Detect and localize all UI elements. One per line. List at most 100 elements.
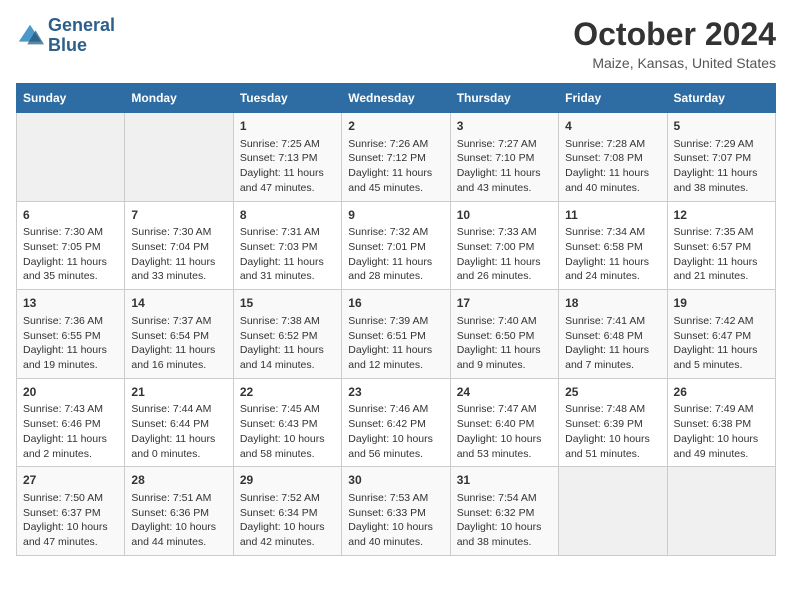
week-row-3: 13Sunrise: 7:36 AM Sunset: 6:55 PM Dayli… [17, 290, 776, 379]
calendar-cell: 14 Sunrise: 7:37 AM Sunset: 6:54 PM Dayli… [125, 290, 233, 379]
calendar-cell: 7Sunrise: 7:30 AM Sunset: 7:04 PM Daylig… [125, 201, 233, 290]
day-info: Sunrise: 7:40 AM Sunset: 6:50 PM Dayligh… [457, 314, 552, 373]
calendar-cell: 21Sunrise: 7:44 AM Sunset: 6:44 PM Dayli… [125, 378, 233, 467]
day-info: Sunrise: 7:30 AM Sunset: 7:04 PM Dayligh… [131, 225, 226, 284]
day-number: 8 [240, 207, 335, 224]
calendar-body: 1 Sunrise: 7:25 AM Sunset: 7:13 PM Daylig… [17, 113, 776, 556]
calendar-cell: 4 Sunrise: 7:28 AM Sunset: 7:08 PM Daylig… [559, 113, 667, 202]
day-number: 24 [457, 384, 552, 401]
calendar-cell: 20Sunrise: 7:43 AM Sunset: 6:46 PM Dayli… [17, 378, 125, 467]
weekday-header-friday: Friday [559, 84, 667, 113]
day-info: Sunrise: 7:49 AM Sunset: 6:38 PM Dayligh… [674, 402, 769, 461]
day-info: Sunrise: 7:29 AM Sunset: 7:07 PM Dayligh… [674, 137, 769, 196]
weekday-header-wednesday: Wednesday [342, 84, 450, 113]
week-row-1: 1 Sunrise: 7:25 AM Sunset: 7:13 PM Daylig… [17, 113, 776, 202]
calendar-cell: 13Sunrise: 7:36 AM Sunset: 6:55 PM Dayli… [17, 290, 125, 379]
week-row-5: 27Sunrise: 7:50 AM Sunset: 6:37 PM Dayli… [17, 467, 776, 556]
day-number: 6 [23, 207, 118, 224]
logo-line2: Blue [48, 36, 115, 56]
page-header: General Blue October 2024 Maize, Kansas,… [16, 16, 776, 71]
day-number: 12 [674, 207, 769, 224]
weekday-header-monday: Monday [125, 84, 233, 113]
weekday-header-thursday: Thursday [450, 84, 558, 113]
calendar-cell [125, 113, 233, 202]
calendar-cell: 12Sunrise: 7:35 AM Sunset: 6:57 PM Dayli… [667, 201, 775, 290]
weekday-header-row: SundayMondayTuesdayWednesdayThursdayFrid… [17, 84, 776, 113]
week-row-2: 6Sunrise: 7:30 AM Sunset: 7:05 PM Daylig… [17, 201, 776, 290]
day-info: Sunrise: 7:33 AM Sunset: 7:00 PM Dayligh… [457, 225, 552, 284]
day-info: Sunrise: 7:47 AM Sunset: 6:40 PM Dayligh… [457, 402, 552, 461]
day-number: 15 [240, 295, 335, 312]
day-number: 4 [565, 118, 660, 135]
day-number: 23 [348, 384, 443, 401]
calendar-cell: 31Sunrise: 7:54 AM Sunset: 6:32 PM Dayli… [450, 467, 558, 556]
calendar-cell: 29Sunrise: 7:52 AM Sunset: 6:34 PM Dayli… [233, 467, 341, 556]
day-info: Sunrise: 7:51 AM Sunset: 6:36 PM Dayligh… [131, 491, 226, 550]
day-number: 14 [131, 295, 226, 312]
calendar-cell: 23Sunrise: 7:46 AM Sunset: 6:42 PM Dayli… [342, 378, 450, 467]
calendar-table: SundayMondayTuesdayWednesdayThursdayFrid… [16, 83, 776, 556]
weekday-header-tuesday: Tuesday [233, 84, 341, 113]
day-number: 21 [131, 384, 226, 401]
day-info: Sunrise: 7:26 AM Sunset: 7:12 PM Dayligh… [348, 137, 443, 196]
day-number: 30 [348, 472, 443, 489]
day-info: Sunrise: 7:25 AM Sunset: 7:13 PM Dayligh… [240, 137, 335, 196]
day-number: 17 [457, 295, 552, 312]
logo-icon [16, 22, 44, 50]
logo-text: General Blue [48, 16, 115, 56]
calendar-cell [559, 467, 667, 556]
day-number: 18 [565, 295, 660, 312]
calendar-cell: 19 Sunrise: 7:42 AM Sunset: 6:47 PM Dayli… [667, 290, 775, 379]
calendar-cell: 28 Sunrise: 7:51 AM Sunset: 6:36 PM Dayli… [125, 467, 233, 556]
day-info: Sunrise: 7:37 AM Sunset: 6:54 PM Dayligh… [131, 314, 226, 373]
logo: General Blue [16, 16, 115, 56]
day-number: 10 [457, 207, 552, 224]
calendar-cell: 15 Sunrise: 7:38 AM Sunset: 6:52 PM Dayli… [233, 290, 341, 379]
day-info: Sunrise: 7:28 AM Sunset: 7:08 PM Dayligh… [565, 137, 660, 196]
day-number: 28 [131, 472, 226, 489]
calendar-cell: 30 Sunrise: 7:53 AM Sunset: 6:33 PM Dayli… [342, 467, 450, 556]
day-number: 2 [348, 118, 443, 135]
day-info: Sunrise: 7:31 AM Sunset: 7:03 PM Dayligh… [240, 225, 335, 284]
day-info: Sunrise: 7:42 AM Sunset: 6:47 PM Dayligh… [674, 314, 769, 373]
calendar-cell: 5 Sunrise: 7:29 AM Sunset: 7:07 PM Daylig… [667, 113, 775, 202]
day-number: 20 [23, 384, 118, 401]
weekday-header-sunday: Sunday [17, 84, 125, 113]
calendar-cell: 27Sunrise: 7:50 AM Sunset: 6:37 PM Dayli… [17, 467, 125, 556]
day-number: 9 [348, 207, 443, 224]
main-title: October 2024 [573, 16, 776, 53]
calendar-cell: 16 Sunrise: 7:39 AM Sunset: 6:51 PM Dayli… [342, 290, 450, 379]
calendar-cell: 3 Sunrise: 7:27 AM Sunset: 7:10 PM Daylig… [450, 113, 558, 202]
day-number: 16 [348, 295, 443, 312]
day-info: Sunrise: 7:38 AM Sunset: 6:52 PM Dayligh… [240, 314, 335, 373]
calendar-cell: 2 Sunrise: 7:26 AM Sunset: 7:12 PM Daylig… [342, 113, 450, 202]
day-number: 7 [131, 207, 226, 224]
day-number: 13 [23, 295, 118, 312]
logo-line1: General [48, 16, 115, 36]
day-number: 19 [674, 295, 769, 312]
calendar-cell: 26Sunrise: 7:49 AM Sunset: 6:38 PM Dayli… [667, 378, 775, 467]
day-info: Sunrise: 7:53 AM Sunset: 6:33 PM Dayligh… [348, 491, 443, 550]
day-info: Sunrise: 7:27 AM Sunset: 7:10 PM Dayligh… [457, 137, 552, 196]
day-number: 26 [674, 384, 769, 401]
title-block: October 2024 Maize, Kansas, United State… [573, 16, 776, 71]
day-number: 25 [565, 384, 660, 401]
calendar-header: SundayMondayTuesdayWednesdayThursdayFrid… [17, 84, 776, 113]
day-info: Sunrise: 7:39 AM Sunset: 6:51 PM Dayligh… [348, 314, 443, 373]
calendar-cell: 8Sunrise: 7:31 AM Sunset: 7:03 PM Daylig… [233, 201, 341, 290]
calendar-cell: 9Sunrise: 7:32 AM Sunset: 7:01 PM Daylig… [342, 201, 450, 290]
day-info: Sunrise: 7:41 AM Sunset: 6:48 PM Dayligh… [565, 314, 660, 373]
day-info: Sunrise: 7:34 AM Sunset: 6:58 PM Dayligh… [565, 225, 660, 284]
calendar-cell [667, 467, 775, 556]
day-number: 3 [457, 118, 552, 135]
day-info: Sunrise: 7:52 AM Sunset: 6:34 PM Dayligh… [240, 491, 335, 550]
day-number: 5 [674, 118, 769, 135]
weekday-header-saturday: Saturday [667, 84, 775, 113]
day-info: Sunrise: 7:50 AM Sunset: 6:37 PM Dayligh… [23, 491, 118, 550]
day-number: 1 [240, 118, 335, 135]
calendar-cell: 1 Sunrise: 7:25 AM Sunset: 7:13 PM Daylig… [233, 113, 341, 202]
day-info: Sunrise: 7:43 AM Sunset: 6:46 PM Dayligh… [23, 402, 118, 461]
day-info: Sunrise: 7:54 AM Sunset: 6:32 PM Dayligh… [457, 491, 552, 550]
subtitle: Maize, Kansas, United States [573, 55, 776, 71]
day-number: 22 [240, 384, 335, 401]
